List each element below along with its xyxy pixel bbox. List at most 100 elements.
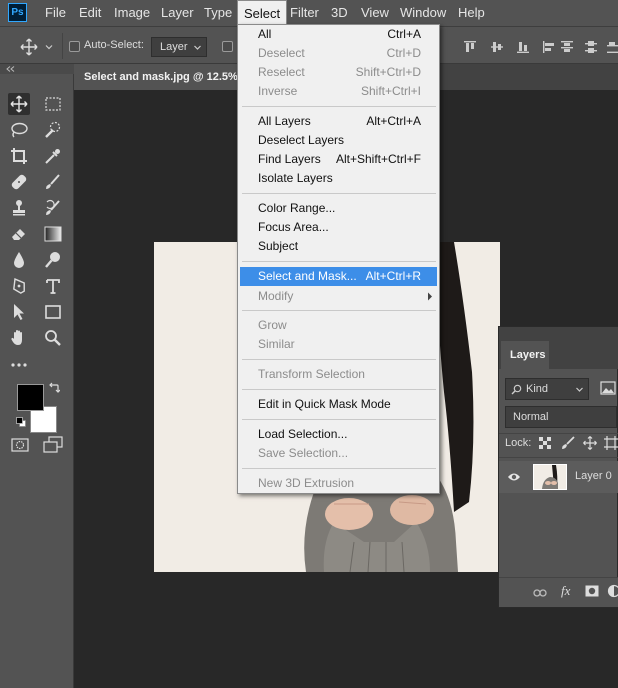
brush-tool[interactable] <box>42 171 64 193</box>
divider <box>499 433 618 434</box>
distribute-center-icon[interactable] <box>584 40 598 54</box>
align-left-icon[interactable] <box>542 40 556 54</box>
menu-item-inverse[interactable]: Inverse Shift+Ctrl+I <box>240 82 437 101</box>
menu-item-modify[interactable]: Modify <box>240 287 437 306</box>
menu-item-all-layers[interactable]: All Layers Alt+Ctrl+A <box>240 112 437 131</box>
hand-icon <box>11 330 22 345</box>
photoshop-logo[interactable]: Ps <box>8 3 27 22</box>
quick-mask-icon[interactable] <box>11 437 29 453</box>
menu-help[interactable]: Help <box>452 0 491 26</box>
marquee-tool[interactable] <box>42 93 64 115</box>
align-top-icon[interactable] <box>463 40 477 54</box>
menu-item-save-selection[interactable]: Save Selection... <box>240 444 437 463</box>
layer-row[interactable]: Layer 0 <box>499 461 618 493</box>
transform-controls-checkbox[interactable] <box>222 41 233 52</box>
menu-bar: Ps File Edit Image Layer Type Select Fil… <box>0 0 618 26</box>
swap-colors-icon[interactable] <box>48 382 61 394</box>
eyedropper-icon <box>45 149 60 164</box>
healing-brush-tool[interactable] <box>8 171 30 193</box>
layer-filter-dropdown[interactable]: Kind <box>505 378 589 400</box>
menu-separator <box>242 468 436 469</box>
lasso-tool[interactable] <box>8 119 30 141</box>
eye-icon[interactable] <box>507 471 521 483</box>
menu-item-isolate-layers[interactable]: Isolate Layers <box>240 169 437 188</box>
menu-item-color-range[interactable]: Color Range... <box>240 199 437 218</box>
menu-item-select-and-mask[interactable]: Select and Mask... Alt+Ctrl+R <box>240 267 437 286</box>
menu-item-similar[interactable]: Similar <box>240 335 437 354</box>
eyedropper-tool[interactable] <box>42 145 64 167</box>
menu-item-deselect[interactable]: Deselect Ctrl+D <box>240 44 437 63</box>
more-tools-icon[interactable] <box>8 354 30 376</box>
rectangle-tool[interactable] <box>42 301 64 323</box>
menu-item-find-layers[interactable]: Find Layers Alt+Shift+Ctrl+F <box>240 150 437 169</box>
menu-separator <box>242 359 436 360</box>
pen-tool[interactable] <box>8 275 30 297</box>
zoom-tool[interactable] <box>42 327 64 349</box>
hand-tool[interactable] <box>8 327 30 349</box>
quick-selection-tool[interactable] <box>42 119 64 141</box>
history-brush-tool[interactable] <box>42 197 64 219</box>
menu-item-load-selection[interactable]: Load Selection... <box>240 425 437 444</box>
distribute-bottom-icon[interactable] <box>606 40 618 54</box>
default-colors-icon[interactable] <box>16 416 26 427</box>
menu-3d[interactable]: 3D <box>325 0 354 26</box>
menu-item-grow[interactable]: Grow <box>240 316 437 335</box>
dodge-tool[interactable] <box>42 249 64 271</box>
layer-name[interactable]: Layer 0 <box>575 470 612 482</box>
blend-mode-dropdown[interactable]: Normal <box>505 406 617 428</box>
gradient-tool[interactable] <box>42 223 64 245</box>
type-icon <box>46 279 60 294</box>
add-mask-icon[interactable] <box>585 585 599 597</box>
pen-icon <box>13 278 25 294</box>
adjustment-layer-icon[interactable] <box>607 584 618 598</box>
clone-stamp-tool[interactable] <box>8 197 30 219</box>
document-tab[interactable]: Select and mask.jpg @ 12.5% <box>74 64 238 90</box>
lock-transparent-icon[interactable] <box>539 437 551 449</box>
lock-pixels-icon[interactable] <box>561 436 575 450</box>
chevron-down-icon[interactable] <box>44 41 54 51</box>
menu-layer[interactable]: Layer <box>155 0 200 26</box>
menu-item-transform-selection[interactable]: Transform Selection <box>240 365 437 384</box>
gradient-icon <box>44 226 62 242</box>
move-tool-preset-icon[interactable] <box>20 38 38 56</box>
lock-position-icon[interactable] <box>583 436 597 450</box>
menu-image[interactable]: Image <box>108 0 156 26</box>
auto-select-dropdown[interactable]: Layer <box>151 37 207 57</box>
menu-file[interactable]: File <box>39 0 72 26</box>
filter-image-icon[interactable] <box>600 381 616 395</box>
menu-item-reselect[interactable]: Reselect Shift+Ctrl+D <box>240 63 437 82</box>
menu-filter[interactable]: Filter <box>284 0 325 26</box>
auto-select-checkbox[interactable] <box>69 41 80 52</box>
menu-select[interactable]: Select <box>237 0 288 26</box>
align-bottom-icon[interactable] <box>516 40 530 54</box>
screen-mode-icon[interactable] <box>43 436 63 454</box>
lock-artboard-icon[interactable] <box>604 436 618 450</box>
menu-item-subject[interactable]: Subject <box>240 237 437 256</box>
menu-edit[interactable]: Edit <box>73 0 107 26</box>
move-tool[interactable] <box>8 93 30 115</box>
eraser-tool[interactable] <box>8 223 30 245</box>
type-tool[interactable] <box>42 275 64 297</box>
menu-view[interactable]: View <box>355 0 395 26</box>
link-layers-icon[interactable] <box>533 587 547 597</box>
crop-tool[interactable] <box>8 145 30 167</box>
menu-window[interactable]: Window <box>394 0 452 26</box>
layer-thumbnail <box>533 464 567 490</box>
menu-type[interactable]: Type <box>198 0 238 26</box>
menu-item-quick-mask[interactable]: Edit in Quick Mask Mode <box>240 395 437 414</box>
layers-panel: Layers Kind Normal Lock: Layer 0 fx <box>498 326 618 608</box>
menu-item-focus-area[interactable]: Focus Area... <box>240 218 437 237</box>
menu-item-new-3d-extrusion[interactable]: New 3D Extrusion <box>240 474 437 493</box>
menu-item-all[interactable]: All Ctrl+A <box>240 25 437 44</box>
path-selection-tool[interactable] <box>8 301 30 323</box>
distribute-top-icon[interactable] <box>560 40 574 54</box>
fx-icon[interactable]: fx <box>561 583 570 599</box>
menu-item-deselect-layers[interactable]: Deselect Layers <box>240 131 437 150</box>
blur-tool[interactable] <box>8 249 30 271</box>
align-vertical-center-icon[interactable] <box>490 40 504 54</box>
foreground-color-swatch[interactable] <box>17 384 44 411</box>
tools-panel-header[interactable] <box>0 64 74 74</box>
crop-icon <box>11 148 27 164</box>
lasso-icon <box>11 122 28 138</box>
tab-layers[interactable]: Layers <box>501 341 549 369</box>
